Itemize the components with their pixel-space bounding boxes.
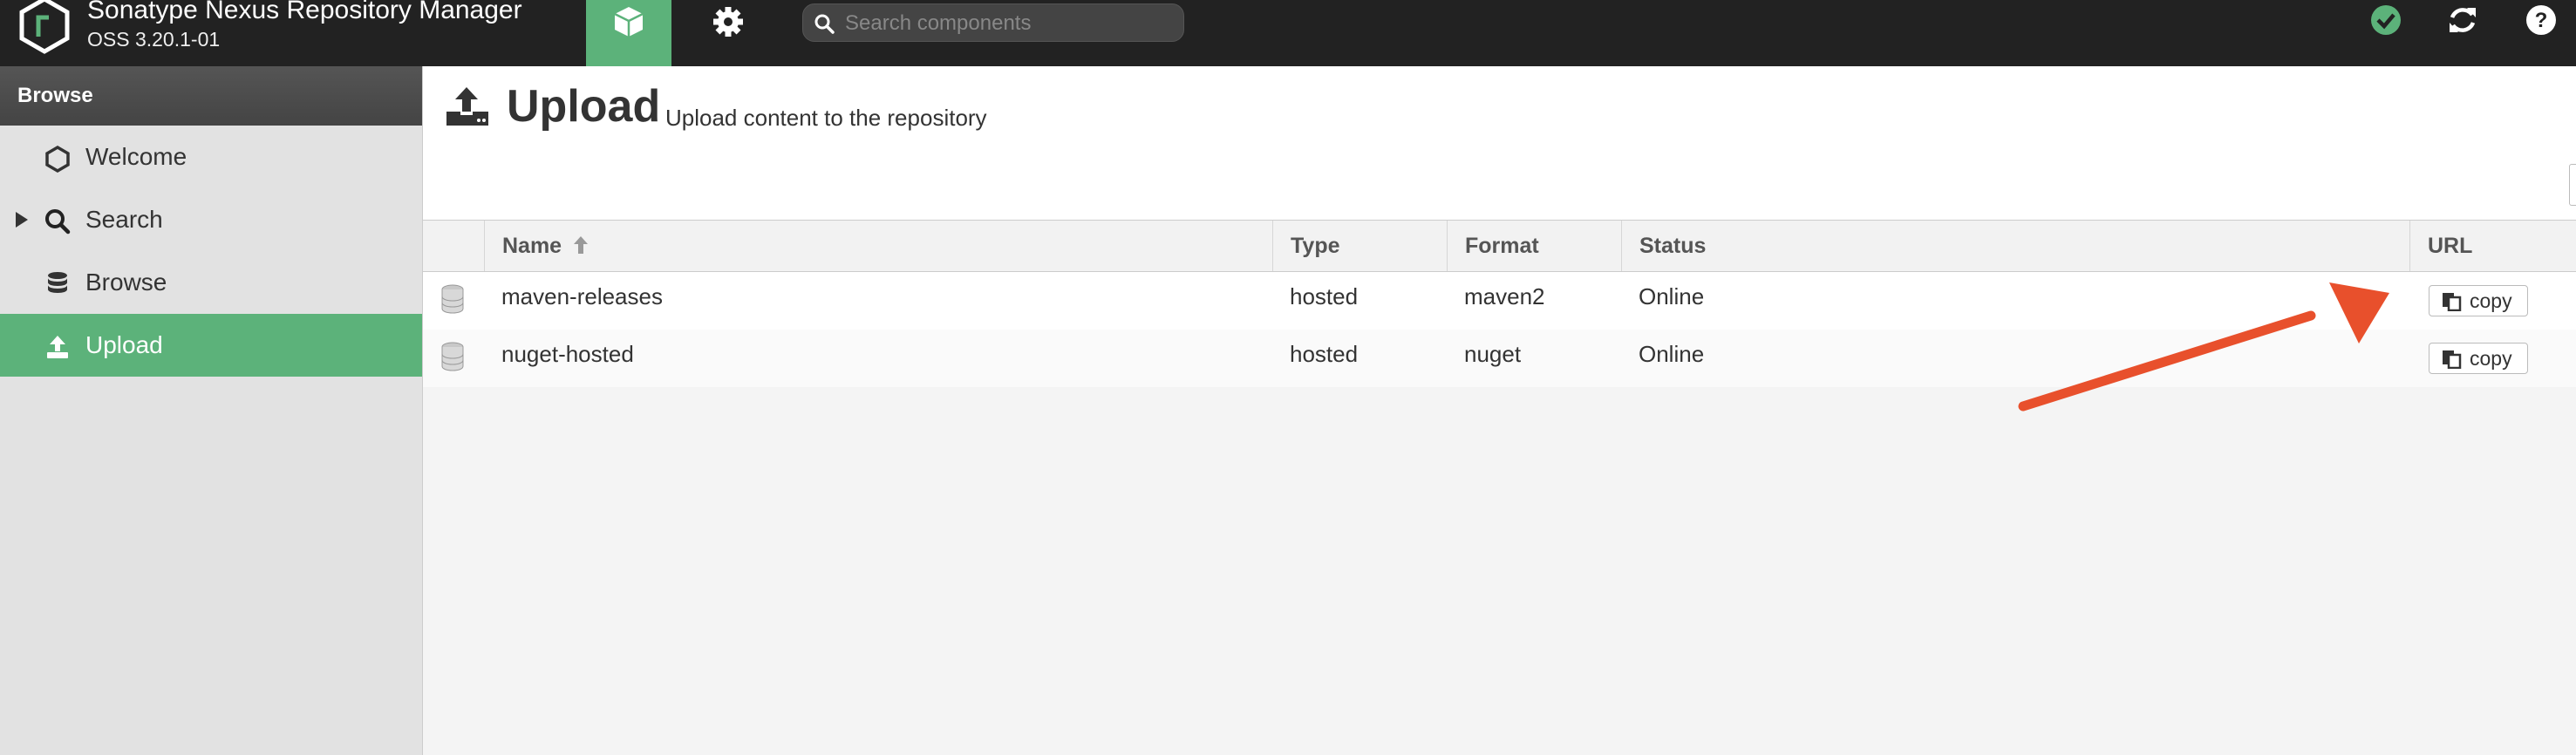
column-header-status[interactable]: Status — [1621, 221, 2409, 271]
repository-status: Online — [1639, 341, 1705, 367]
repository-status: Online — [1639, 283, 1705, 309]
page-title: Upload — [507, 81, 661, 132]
sort-ascending-icon — [574, 236, 589, 254]
repository-format: nuget — [1464, 341, 1522, 367]
repository-type: hosted — [1290, 283, 1359, 309]
repository-name: nuget-hosted — [501, 341, 634, 367]
help-icon[interactable]: ? — [2524, 3, 2559, 37]
repository-name: maven-releases — [501, 283, 663, 309]
repository-icon — [441, 342, 464, 371]
repository-icon — [441, 284, 464, 314]
sidebar-item-label: Upload — [85, 331, 163, 358]
search-icon — [45, 209, 71, 235]
hexagon-icon — [45, 145, 70, 173]
gear-icon[interactable] — [706, 4, 750, 39]
main-panel: Upload Upload content to the repository … — [423, 66, 2576, 755]
sidebar-item-label: Browse — [85, 269, 167, 296]
panel-scroll-handle[interactable] — [2569, 164, 2576, 206]
table-row[interactable]: nuget-hosted hosted nuget Online copy — [423, 330, 2576, 387]
column-header-format[interactable]: Format — [1447, 221, 1621, 271]
sidebar-item-label: Search — [85, 206, 163, 233]
top-bar: Sonatype Nexus Repository Manager OSS 3.… — [0, 0, 2576, 75]
upload-icon — [446, 87, 488, 126]
nexus-logo — [19, 0, 70, 54]
sidebar-item-search[interactable]: Search — [0, 188, 422, 251]
copy-url-button[interactable]: copy — [2429, 285, 2528, 316]
database-icon — [48, 272, 67, 293]
page-subtitle: Upload content to the repository — [665, 105, 987, 131]
sidebar: Browse Welcome Search Browse Upload — [0, 66, 423, 755]
column-header-name[interactable]: Name — [484, 221, 1272, 271]
search-box[interactable] — [802, 3, 1184, 42]
column-header-type[interactable]: Type — [1272, 221, 1447, 271]
expand-arrow-icon[interactable] — [12, 210, 31, 229]
copy-url-button[interactable]: copy — [2429, 343, 2528, 374]
page-header: Upload Upload content to the repository — [423, 66, 2576, 220]
app-version: OSS 3.20.1-01 — [87, 28, 221, 51]
column-header-icon — [423, 221, 484, 271]
sidebar-header: Browse — [0, 66, 422, 126]
copy-icon — [2443, 350, 2462, 369]
sidebar-item-upload[interactable]: Upload — [0, 314, 422, 377]
sidebar-item-label: Welcome — [85, 143, 187, 170]
repository-format: maven2 — [1464, 283, 1545, 309]
search-icon — [814, 14, 835, 34]
upload-icon — [47, 336, 68, 358]
copy-icon — [2443, 293, 2462, 311]
repository-grid: Name Type Format Status URL maven-releas… — [423, 220, 2576, 387]
grid-header: Name Type Format Status URL — [423, 220, 2576, 272]
sidebar-item-welcome[interactable]: Welcome — [0, 126, 422, 188]
column-header-url[interactable]: URL — [2409, 221, 2576, 271]
repository-type: hosted — [1290, 341, 1359, 367]
search-input[interactable] — [843, 9, 1169, 38]
sidebar-item-browse[interactable]: Browse — [0, 251, 422, 314]
browse-mode-button[interactable] — [586, 0, 671, 75]
app-name: Sonatype Nexus Repository Manager — [87, 0, 522, 24]
status-ok-icon[interactable] — [2368, 3, 2403, 37]
svg-text:?: ? — [2535, 9, 2548, 32]
table-row[interactable]: maven-releases hosted maven2 Online copy — [423, 272, 2576, 330]
refresh-icon[interactable] — [2445, 3, 2480, 37]
cube-icon — [614, 7, 644, 37]
